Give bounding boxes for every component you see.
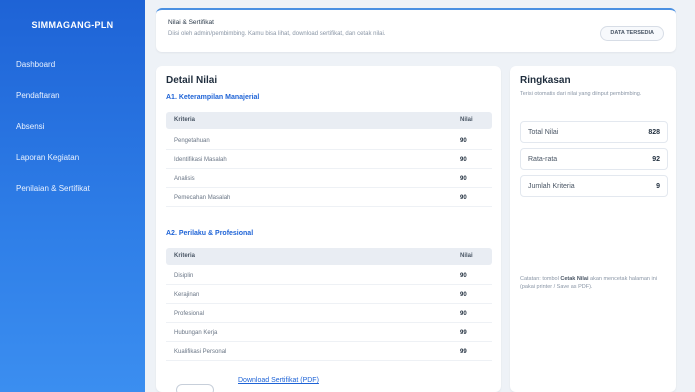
row-nilai: 90	[460, 273, 467, 279]
sidebar: SIMMAGANG-PLN Dashboard Pendaftaran Abse…	[0, 0, 145, 392]
table-row: Kualifikasi Personal 99	[166, 342, 492, 361]
count-value: 9	[656, 183, 660, 190]
note-bold: Cetak Nilai	[560, 276, 589, 282]
row-nilai: 90	[460, 311, 467, 317]
row-kriteria: Kualifikasi Personal	[174, 349, 227, 355]
main-content: Nilai & Sertifikat Diisi oleh admin/pemb…	[145, 0, 695, 392]
table-row: Kerajinan 90	[166, 285, 492, 304]
status-badge: DATA TERSEDIA	[600, 26, 664, 41]
summary-title: Ringkasan	[520, 75, 571, 86]
detail-title: Detail Nilai	[166, 75, 218, 86]
download-certificate-link[interactable]: Download Sertifikat (PDF)	[238, 377, 319, 384]
average-box: Rata-rata 92	[520, 148, 668, 170]
row-kriteria: Disiplin	[174, 273, 194, 279]
table-header-a2: Kriteria Nilai	[166, 248, 492, 265]
sidebar-item-absensi[interactable]: Absensi	[16, 122, 44, 131]
row-nilai: 99	[460, 330, 467, 336]
count-label: Jumlah Kriteria	[528, 183, 575, 190]
row-nilai: 90	[460, 157, 467, 163]
detail-nilai-card: Detail Nilai A1. Keterampilan Manajerial…	[156, 66, 501, 392]
row-kriteria: Analisis	[174, 176, 195, 182]
print-note: Catatan: tombol Cetak Nilai akan menceta…	[520, 275, 670, 291]
criteria-count-box: Jumlah Kriteria 9	[520, 175, 668, 197]
column-kriteria: Kriteria	[174, 253, 196, 259]
sidebar-item-pendaftaran[interactable]: Pendaftaran	[16, 91, 60, 100]
sidebar-item-laporan-kegiatan[interactable]: Laporan Kegiatan	[16, 153, 79, 162]
page-subtitle: Diisi oleh admin/pembimbing. Kamu bisa l…	[168, 31, 386, 37]
average-value: 92	[652, 156, 660, 163]
table-row: Profesional 90	[166, 304, 492, 323]
table-row: Identifikasi Masalah 90	[166, 150, 492, 169]
table-row: Disiplin 90	[166, 266, 492, 285]
row-nilai: 99	[460, 349, 467, 355]
sidebar-item-penilaian-sertifikat[interactable]: Penilaian & Sertifikat	[16, 184, 90, 193]
note-prefix: Catatan: tombol	[520, 276, 559, 282]
total-nilai-box: Total Nilai 828	[520, 121, 668, 143]
row-kriteria: Kerajinan	[174, 292, 200, 298]
brand-logo-text: SIMMAGANG-PLN	[31, 20, 114, 30]
row-kriteria: Pemecahan Masalah	[174, 195, 231, 201]
row-nilai: 90	[460, 138, 467, 144]
row-nilai: 90	[460, 176, 467, 182]
row-kriteria: Pengetahuan	[174, 138, 210, 144]
section-a1-title: A1. Keterampilan Manajerial	[166, 94, 260, 101]
row-nilai: 90	[460, 195, 467, 201]
summary-subtitle: Terisi otomatis dari nilai yang diinput …	[520, 91, 642, 97]
table-row: Pemecahan Masalah 90	[166, 188, 492, 207]
column-nilai: Nilai	[460, 117, 473, 123]
summary-card: Ringkasan Terisi otomatis dari nilai yan…	[510, 66, 676, 392]
row-kriteria: Identifikasi Masalah	[174, 157, 227, 163]
table-header-a1: Kriteria Nilai	[166, 112, 492, 129]
column-nilai: Nilai	[460, 253, 473, 259]
table-row: Hubungan Kerja 99	[166, 323, 492, 342]
row-nilai: 90	[460, 292, 467, 298]
section-a2-title: A2. Perilaku & Profesional	[166, 230, 254, 237]
row-kriteria: Hubungan Kerja	[174, 330, 218, 336]
total-value: 828	[648, 129, 660, 136]
average-label: Rata-rata	[528, 156, 558, 163]
table-row: Pengetahuan 90	[166, 131, 492, 150]
page-header-card: Nilai & Sertifikat Diisi oleh admin/pemb…	[156, 8, 676, 52]
row-kriteria: Profesional	[174, 311, 205, 317]
print-button[interactable]	[176, 384, 214, 392]
column-kriteria: Kriteria	[174, 117, 196, 123]
sidebar-item-dashboard[interactable]: Dashboard	[16, 60, 55, 69]
total-label: Total Nilai	[528, 129, 559, 136]
page-title: Nilai & Sertifikat	[168, 19, 214, 26]
table-row: Analisis 90	[166, 169, 492, 188]
